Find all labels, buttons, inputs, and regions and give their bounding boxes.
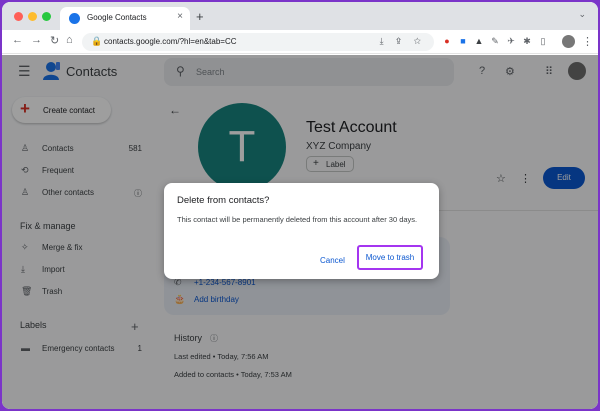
- reload-icon[interactable]: ↻: [50, 34, 59, 47]
- home-icon[interactable]: ⌂: [66, 34, 73, 46]
- tab-close-icon[interactable]: ×: [177, 11, 183, 22]
- dialog-body: This contact will be permanently deleted…: [177, 215, 418, 224]
- delete-dialog: Delete from contacts? This contact will …: [164, 183, 439, 279]
- sidepanel-icon[interactable]: ▯: [538, 36, 548, 47]
- lock-icon[interactable]: 🔒: [91, 36, 102, 47]
- back-icon[interactable]: ←: [12, 34, 23, 46]
- ext-pencil-icon[interactable]: ✎: [490, 36, 500, 47]
- profile-avatar[interactable]: [562, 35, 575, 48]
- tab-google-contacts[interactable]: Google Contacts ×: [60, 7, 190, 30]
- ext-blue-icon[interactable]: ■: [458, 36, 468, 47]
- browser-toolbar: ← → ↻ ⌂ 🔒 contacts.google.com/?hl=en&tab…: [2, 30, 598, 54]
- new-tab-button[interactable]: +: [196, 9, 204, 24]
- tab-title: Google Contacts: [87, 13, 147, 22]
- ext-red-icon[interactable]: ●: [442, 36, 452, 47]
- address-bar[interactable]: 🔒 contacts.google.com/?hl=en&tab=CC ⤓ ⇪ …: [82, 33, 434, 51]
- browser-menu-icon[interactable]: ⋮: [582, 35, 593, 48]
- browser-window: Google Contacts × + ⌄ ← → ↻ ⌂ 🔒 contacts…: [2, 2, 598, 409]
- puzzle-icon[interactable]: ✱: [522, 36, 532, 47]
- omnibox-actions-icon[interactable]: ⤓ ⇪ ☆: [380, 36, 426, 47]
- forward-icon[interactable]: →: [31, 34, 42, 46]
- ext-dark-icon[interactable]: ▲: [474, 36, 484, 47]
- window-minimize-button[interactable]: [28, 12, 37, 21]
- window-close-button[interactable]: [14, 12, 23, 21]
- dialog-title: Delete from contacts?: [177, 195, 270, 206]
- cancel-button[interactable]: Cancel: [320, 256, 345, 265]
- tab-search-icon[interactable]: ⌄: [578, 9, 586, 20]
- ext-rocket-icon[interactable]: ✈: [506, 36, 516, 47]
- contacts-favicon-icon: [69, 13, 80, 24]
- window-maximize-button[interactable]: [42, 12, 51, 21]
- tab-strip: Google Contacts × + ⌄: [2, 2, 598, 30]
- url-text[interactable]: contacts.google.com/?hl=en&tab=CC: [104, 37, 237, 46]
- move-to-trash-button[interactable]: Move to trash: [357, 245, 423, 270]
